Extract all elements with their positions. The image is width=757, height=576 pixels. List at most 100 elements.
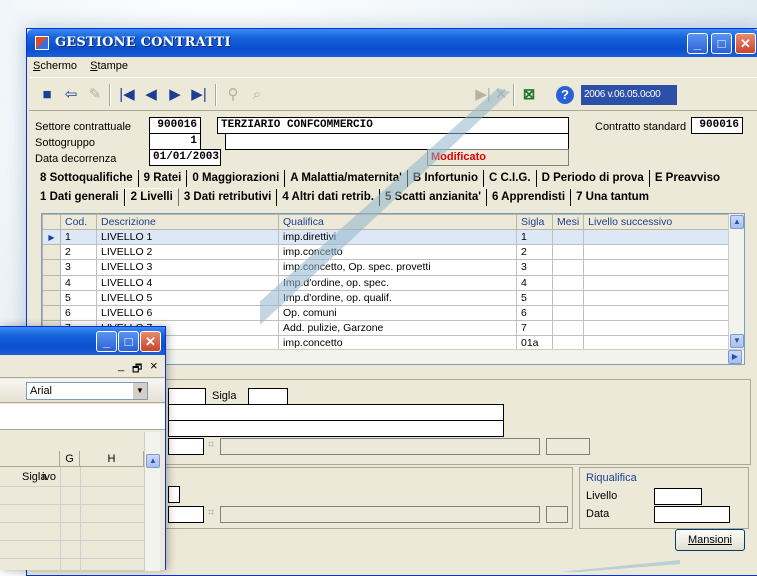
cell-sigla[interactable]: 7 (516, 320, 553, 337)
menu-stampe[interactable]: Stampe (90, 60, 128, 72)
contratto-standard-field[interactable]: 900016 (691, 117, 743, 134)
cell-livello-successivo[interactable] (583, 274, 735, 291)
sottogruppo-field[interactable]: 1 (149, 133, 201, 150)
row-indicator[interactable] (42, 289, 61, 306)
lookup-icon[interactable]: ⌗ (208, 439, 214, 452)
qualifica-field[interactable] (168, 420, 504, 437)
edit-icon[interactable]: ✎ (85, 85, 105, 105)
excel-export-icon[interactable]: ⊠ (519, 85, 539, 105)
font-name-select[interactable]: Arial ▼ (26, 382, 148, 400)
mansione-code-field[interactable] (168, 486, 180, 503)
excel-vertical-scrollbar[interactable]: ▲ (144, 432, 160, 571)
cell-qualifica[interactable]: imp.concetto (278, 244, 517, 261)
first-record-icon[interactable]: |◀ (117, 85, 137, 105)
cell-livello-successivo[interactable] (583, 259, 735, 276)
cell-cod[interactable]: 6 (60, 304, 97, 322)
tab-preavviso[interactable]: E Preavviso (650, 170, 725, 187)
col-descrizione[interactable]: Descrizione (96, 214, 279, 230)
tab-dati-generali[interactable]: 1 Dati generali (35, 189, 125, 206)
find-icon[interactable]: ⚲ (223, 85, 243, 105)
cell-livello-successivo[interactable] (583, 244, 735, 261)
cell-descrizione[interactable]: LIVELLO 3 (96, 259, 279, 276)
tab-scatti[interactable]: 5 Scatti anzianita' (380, 189, 488, 206)
cell-sigla[interactable]: 4 (516, 274, 553, 291)
cell-qualifica[interactable]: Imp.d'ordine, op. qualif. (278, 289, 517, 306)
row-indicator[interactable] (42, 274, 61, 291)
cell-qualifica[interactable]: imp.direttivi (278, 228, 517, 246)
excel-formula-bar[interactable] (0, 404, 165, 430)
mansioni-button[interactable]: Mansioni (675, 529, 745, 551)
tab-ratei[interactable]: 9 Ratei (139, 170, 188, 187)
mansione-field[interactable] (168, 506, 204, 523)
menu-schermo[interactable]: Schermo (33, 60, 77, 72)
col-cod[interactable]: Cod. (60, 214, 97, 230)
tab-altri-dati[interactable]: 4 Altri dati retrib. (277, 189, 380, 206)
forward-icon[interactable]: ▶| (473, 85, 493, 105)
cell-sigla[interactable]: 5 (516, 289, 553, 306)
codice-field[interactable] (168, 388, 206, 405)
save-icon[interactable]: ■ (37, 85, 57, 105)
cell-sigla[interactable]: 2 (516, 244, 553, 261)
data-decorrenza-field[interactable]: 01/01/2003 (149, 149, 221, 166)
col-sigla[interactable]: Sigla (516, 214, 553, 230)
cell-mesi[interactable] (551, 304, 585, 322)
table-row[interactable]: 2 LIVELLO 2 imp.concetto 2 (42, 244, 735, 261)
excel-maximize-button[interactable]: □ (118, 331, 139, 352)
grid-vertical-scrollbar[interactable]: ▲ ▼ (728, 214, 744, 349)
workbook-minimize-icon[interactable]: _ (118, 360, 124, 372)
scroll-right-icon[interactable]: ▶ (728, 350, 742, 364)
tab-periodo-prova[interactable]: D Periodo di prova (537, 170, 650, 187)
chevron-down-icon[interactable]: ▼ (133, 383, 147, 399)
cell-sigla[interactable]: 6 (516, 304, 553, 322)
cell-sigla[interactable]: 3 (516, 259, 553, 276)
cell-qualifica[interactable]: Add. pulizie, Garzone (278, 320, 517, 337)
row-indicator[interactable] (42, 304, 61, 322)
cell-cod[interactable]: 5 (60, 289, 97, 306)
back-icon[interactable]: ⇦ (61, 85, 81, 105)
cell-mesi[interactable] (551, 228, 585, 246)
tab-dati-retributivi[interactable]: 3 Dati retributivi (179, 189, 278, 206)
row-indicator[interactable] (42, 259, 61, 276)
table-row[interactable]: ▶ 1 LIVELLO 1 imp.direttivi 1 (42, 228, 735, 246)
workbook-close-icon[interactable]: × (150, 358, 158, 373)
table-row[interactable]: 5 LIVELLO 5 Imp.d'ordine, op. qualif. 5 (42, 289, 735, 306)
cell-g1[interactable]: Sigla (20, 468, 80, 486)
tab-infortunio[interactable]: B Infortunio (408, 170, 485, 187)
table-row[interactable]: 6 LIVELLO 6 Op. comuni 6 (42, 304, 735, 322)
column-header-h[interactable]: H (80, 451, 144, 467)
excel-minimize-button[interactable]: _ (96, 331, 117, 352)
cell-mesi[interactable] (551, 274, 585, 291)
help-icon[interactable]: ? (556, 86, 574, 104)
cell-livello-successivo[interactable] (583, 304, 735, 322)
cell-descrizione[interactable]: LIVELLO 5 (96, 289, 279, 306)
cell-livello-successivo[interactable] (583, 289, 735, 306)
mansione-lookup-icon[interactable]: ⌗ (208, 507, 214, 520)
search-icon[interactable]: ⌕ (247, 85, 267, 105)
col-mesi[interactable]: Mesi (551, 214, 585, 230)
riqualifica-livello-field[interactable] (654, 488, 702, 505)
descrizione-field[interactable] (168, 404, 504, 421)
cell-sigla[interactable]: 1 (516, 228, 553, 246)
cell-descrizione[interactable]: LIVELLO 6 (96, 304, 279, 322)
delete-icon[interactable]: ✕ (491, 85, 511, 105)
table-row[interactable]: 3 LIVELLO 3 imp.concetto, Op. spec. provet… (42, 259, 735, 276)
excel-close-button[interactable]: ✕ (140, 331, 161, 352)
cell-cod[interactable]: 3 (60, 259, 97, 276)
cell-mesi[interactable] (551, 259, 585, 276)
tab-apprendisti[interactable]: 6 Apprendisti (487, 189, 572, 206)
excel-scroll-up-icon[interactable]: ▲ (146, 454, 160, 468)
cell-livello-successivo[interactable] (583, 320, 735, 337)
minimize-button[interactable]: _ (687, 33, 708, 54)
prev-record-icon[interactable]: ◀ (141, 85, 161, 105)
workbook-restore-icon[interactable]: 🗗 (132, 360, 142, 379)
settore-code-field[interactable]: 900016 (149, 117, 201, 134)
row-indicator[interactable] (42, 244, 61, 261)
close-button[interactable]: ✕ (735, 33, 756, 54)
tab-sottoqualifiche[interactable]: 8 Sottoqualifiche (35, 170, 139, 187)
col-livello-successivo[interactable]: Livello successivo (583, 214, 735, 230)
cell-descrizione[interactable]: LIVELLO 1 (96, 228, 279, 246)
tab-una-tantum[interactable]: 7 Una tantum (571, 189, 654, 206)
cell-descrizione[interactable]: LIVELLO 2 (96, 244, 279, 261)
column-header-f[interactable] (0, 451, 60, 467)
last-record-icon[interactable]: ▶| (189, 85, 209, 105)
